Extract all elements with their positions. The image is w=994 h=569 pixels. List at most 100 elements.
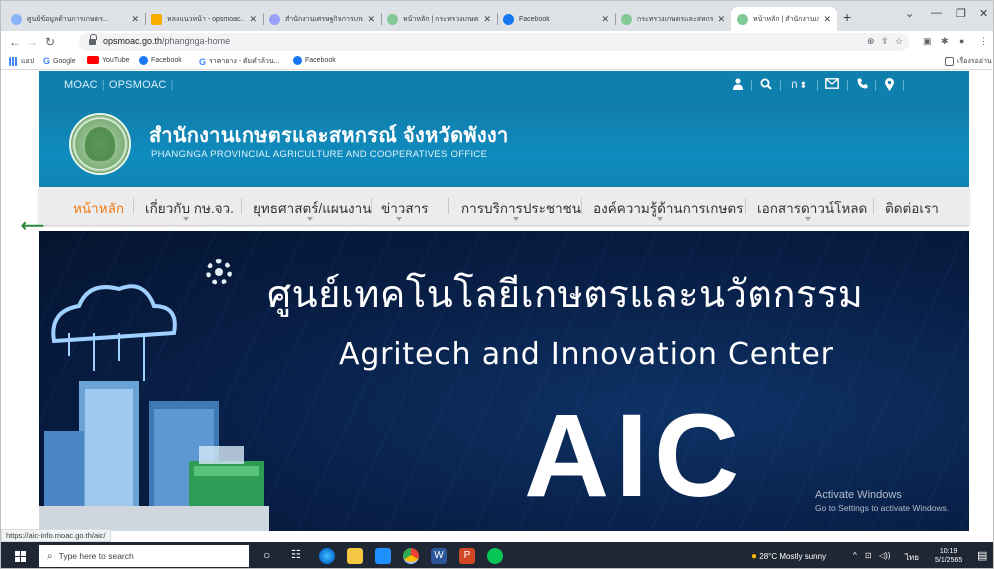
bookmark-google[interactable]: G Google	[43, 56, 76, 66]
back-arrow-icon[interactable]: ←	[9, 35, 21, 49]
browser-tab[interactable]: ศูนย์ข้อมูลด้านการเกษตร... ✕	[5, 7, 145, 31]
search-icon[interactable]	[760, 78, 772, 92]
web-page: MOAC | OPSMOAC | ก ⬍ สำนักงานเกษตรและสหก…	[1, 71, 993, 531]
sort-caret-icon: ⬍	[799, 80, 808, 90]
nav-home[interactable]: หน้าหลัก	[73, 197, 124, 219]
bookmark-youtube[interactable]: YouTube	[87, 56, 130, 64]
browser-tab[interactable]: กระทรวงเกษตรและสหกรณ์ ✕	[615, 7, 731, 31]
language-select[interactable]: ก ⬍	[791, 78, 807, 92]
zoom-icon[interactable]: ⊕	[867, 36, 875, 47]
map-pin-icon[interactable]	[885, 78, 894, 92]
tab-close-icon[interactable]: ✕	[823, 14, 831, 25]
line-app-icon[interactable]	[487, 548, 503, 564]
tab-search-chevron-icon[interactable]: ⌄	[905, 7, 914, 20]
network-icon[interactable]: ⊡	[865, 551, 872, 560]
top-links: MOAC | OPSMOAC |	[64, 79, 174, 91]
windows-taskbar: ⌕ Type here to search ○ ☷ W P ● 28°C Mos…	[1, 542, 993, 568]
site-title[interactable]: สำนักงานเกษตรและสหกรณ์ จังหวัดพังงา	[149, 119, 509, 151]
taskbar-clock[interactable]: 10:19 5/1/2565	[935, 547, 962, 565]
reload-icon[interactable]: ↻	[45, 35, 55, 49]
task-view-icon[interactable]: ☷	[291, 548, 301, 561]
sun-icon: ●	[751, 551, 758, 562]
forward-arrow-icon[interactable]: →	[26, 35, 38, 49]
word-icon[interactable]: W	[431, 548, 447, 564]
notification-icon[interactable]: ▤	[977, 549, 987, 562]
lock-icon	[89, 34, 97, 45]
nav-strategy[interactable]: ยุทธศาสตร์/แผนงาน	[253, 197, 371, 219]
tab-close-icon[interactable]: ✕	[601, 14, 609, 25]
puzzle-icon[interactable]: ✱	[941, 36, 949, 47]
opsmoac-link[interactable]: OPSMOAC	[109, 79, 167, 91]
nav-about[interactable]: เกี่ยวกับ กษ.จว.	[145, 197, 234, 219]
nav-knowledge[interactable]: องค์ความรู้ด้านการเกษตร	[593, 197, 743, 219]
nav-dropdown-caret-icon	[513, 217, 519, 221]
input-language[interactable]: ไทย	[905, 551, 919, 564]
tab-close-icon[interactable]: ✕	[249, 14, 257, 25]
browser-tab[interactable]: Facebook ✕	[497, 7, 615, 31]
browser-toolbar: ← → ↻ opsmoac.go.th/phangnga-home ⊕ ⇪ ☆ …	[1, 31, 993, 54]
share-icon[interactable]: ⇪	[881, 36, 889, 47]
tab-favicon-icon	[737, 13, 748, 25]
mail-icon[interactable]	[825, 78, 839, 92]
cortana-icon[interactable]: ○	[263, 548, 270, 562]
powerpoint-icon[interactable]: P	[459, 548, 475, 564]
nav-dropdown-caret-icon	[805, 217, 811, 221]
new-tab-plus-icon[interactable]: +	[843, 9, 851, 25]
screen: ศูนย์ข้อมูลด้านการเกษตร... ✕ หลงแนวหน้า …	[0, 0, 994, 569]
tab-close-icon[interactable]: ✕	[483, 14, 491, 25]
menu-kebab-icon[interactable]: ⋮	[979, 36, 988, 47]
google-icon: G	[199, 56, 207, 67]
google-icon: G	[43, 56, 51, 66]
reading-list[interactable]: เรื่องรออ่าน	[945, 56, 992, 67]
tab-favicon-icon	[151, 13, 162, 25]
browser-tab-active[interactable]: หน้าหลัก | สำนักงานเกษตร ✕	[731, 7, 837, 31]
nav-downloads[interactable]: เอกสารดาวน์โหลด	[757, 197, 867, 219]
nav-public-service[interactable]: การบริการประชาชน	[461, 197, 581, 219]
nav-dropdown-caret-icon	[307, 217, 313, 221]
bookmark-apps[interactable]: แอป	[9, 56, 34, 67]
bookmark-facebook[interactable]: Facebook	[293, 56, 336, 65]
bookmark-star-icon[interactable]: ☆	[895, 36, 903, 47]
edge-icon[interactable]	[319, 548, 335, 564]
bookmark-rubber-price[interactable]: G ราคายาง - ตัมคำล้วน...	[199, 56, 280, 67]
extension-icon[interactable]: ▣	[923, 36, 932, 47]
minimize-icon[interactable]: —	[931, 7, 942, 19]
weather-widget[interactable]: ● 28°C Mostly sunny	[751, 551, 826, 562]
profile-icon[interactable]: ●	[959, 36, 964, 46]
province-seal-logo[interactable]	[69, 113, 131, 175]
address-bar[interactable]: opsmoac.go.th/phangnga-home ⊕ ⇪ ☆	[79, 33, 909, 51]
nav-news[interactable]: ข่าวสาร	[381, 197, 428, 219]
tab-close-icon[interactable]: ✕	[367, 14, 375, 25]
restore-icon[interactable]: ❐	[956, 7, 966, 20]
main-nav: หน้าหลัก เกี่ยวกับ กษ.จว. ยุทธศาสตร์/แผน…	[39, 187, 969, 225]
windows-start-icon[interactable]	[15, 551, 26, 562]
tab-favicon-icon	[269, 13, 280, 25]
hero-banner[interactable]: ศูนย์เทคโนโลยีเกษตรและนวัตกรรม Agritech …	[39, 231, 969, 531]
chrome-icon[interactable]	[403, 548, 419, 564]
browser-tab[interactable]: สำนักงานเศรษฐกิจการเกษ... ✕	[263, 7, 381, 31]
taskbar-search[interactable]: ⌕ Type here to search	[39, 545, 249, 567]
search-icon: ⌕	[47, 550, 53, 562]
user-icon[interactable]	[733, 78, 743, 92]
url-text[interactable]: opsmoac.go.th/phangnga-home	[103, 36, 230, 46]
tab-close-icon[interactable]: ✕	[717, 14, 725, 25]
browser-tab[interactable]: หน้าหลัก | กระทรวงเกษตร... ✕	[381, 7, 497, 31]
tab-favicon-icon	[387, 13, 398, 25]
nav-contact[interactable]: ติดต่อเรา	[885, 197, 939, 219]
mail-app-icon[interactable]	[375, 548, 391, 564]
facebook-icon	[293, 56, 302, 65]
tray-chevron-icon[interactable]: ^	[853, 551, 857, 560]
tab-close-icon[interactable]: ✕	[131, 14, 139, 25]
activate-windows-watermark: Activate Windows Go to Settings to activ…	[815, 489, 950, 513]
tab-favicon-icon	[503, 13, 514, 25]
browser-tab[interactable]: หลงแนวหน้า - opsmoac... ✕	[145, 7, 263, 31]
close-window-icon[interactable]: ✕	[979, 7, 988, 20]
site-top-bar: MOAC | OPSMOAC | ก ⬍	[39, 71, 969, 101]
site-header: สำนักงานเกษตรและสหกรณ์ จังหวัดพังงา PHAN…	[39, 101, 969, 191]
bookmark-facebook[interactable]: Facebook	[139, 56, 182, 65]
moac-link[interactable]: MOAC	[64, 79, 98, 91]
phone-icon[interactable]	[857, 78, 868, 92]
nav-dropdown-caret-icon	[183, 217, 189, 221]
speaker-icon[interactable]: ◁))	[879, 551, 890, 560]
file-explorer-icon[interactable]	[347, 548, 363, 564]
